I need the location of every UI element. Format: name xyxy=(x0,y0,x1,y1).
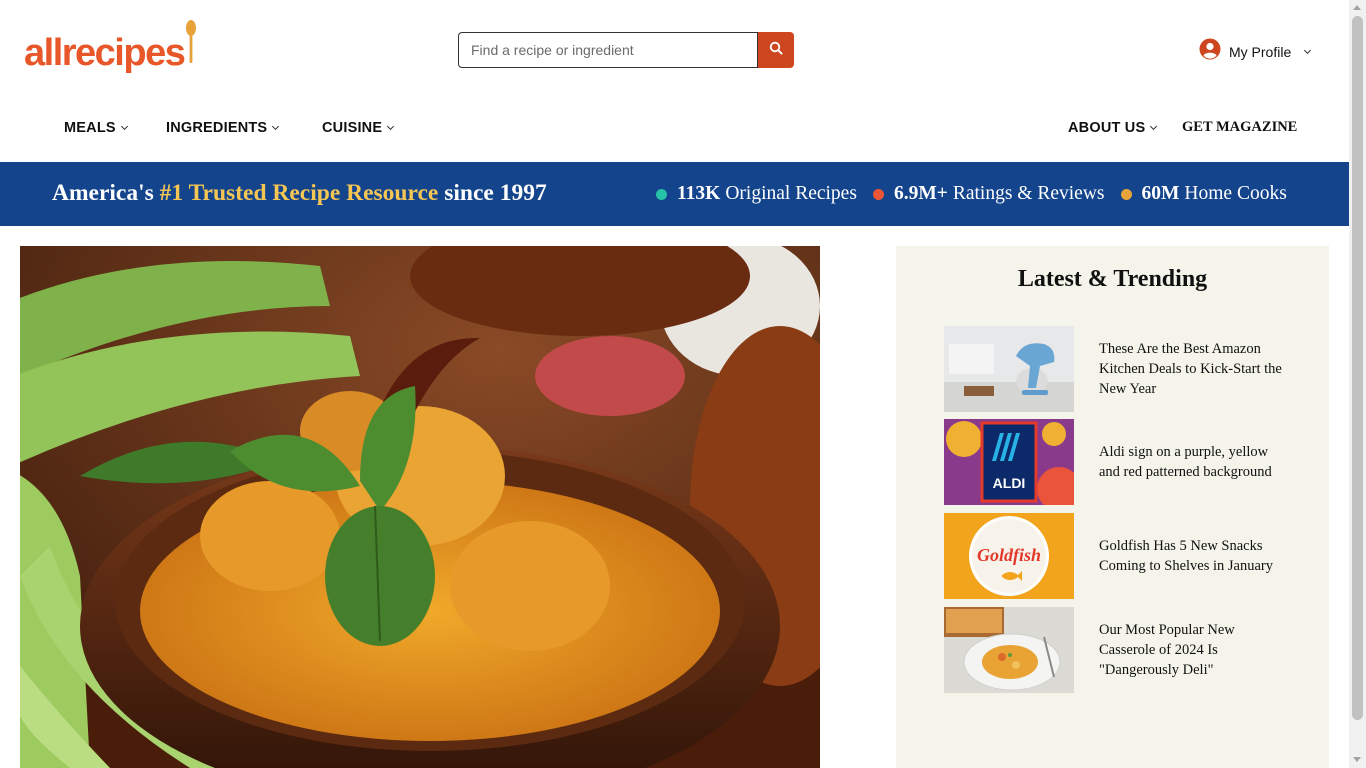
get-magazine-link[interactable]: GET MAGAZINE xyxy=(1182,119,1297,136)
trending-item[interactable]: These Are the Best Amazon Kitchen Deals … xyxy=(944,326,1284,412)
latest-trending-panel: Latest & Trending These Are the Best Ama… xyxy=(896,246,1329,768)
chevron-down-icon xyxy=(1304,46,1312,54)
profile-label: My Profile xyxy=(1229,43,1292,60)
stat-recipes: 113K Original Recipes xyxy=(656,183,857,205)
search-bar xyxy=(458,32,794,68)
search-icon xyxy=(769,41,783,60)
thumb-kitchen-mixer xyxy=(944,326,1074,412)
stat-value: 6.9M+ xyxy=(893,183,948,204)
red-dot-icon xyxy=(872,188,884,200)
user-avatar-icon xyxy=(1199,38,1221,65)
nav-about-us[interactable]: ABOUT US xyxy=(1068,120,1158,136)
banner-tagline: America's #1 Trusted Recipe Resource sin… xyxy=(52,180,547,207)
scrollbar-thumb[interactable] xyxy=(1352,16,1363,720)
trending-headline: These Are the Best Amazon Kitchen Deals … xyxy=(1099,341,1282,397)
banner-stats: 113K Original Recipes 6.9M+ Ratings & Re… xyxy=(656,183,1287,205)
nav-ingredients-label: INGREDIENTS xyxy=(166,120,268,136)
stat-cooks: 60M Home Cooks xyxy=(1120,183,1287,205)
tagline-pre: America's xyxy=(52,180,160,206)
chevron-down-icon xyxy=(120,122,128,131)
teal-dot-icon xyxy=(656,188,667,200)
stat-label: Ratings & Reviews xyxy=(952,183,1105,204)
trending-item[interactable]: Goldfish Goldfish Has 5 New Snacks Comin… xyxy=(944,513,1284,599)
aldi-logo-text: ALDI xyxy=(993,475,1026,491)
stat-value: 113K xyxy=(677,183,721,204)
nav-about-label: ABOUT US xyxy=(1068,120,1146,136)
trending-headline: Aldi sign on a purple, yellow and red pa… xyxy=(1099,444,1272,480)
chevron-down-icon xyxy=(272,122,280,131)
trending-headline: Our Most Popular New Casserole of 2024 I… xyxy=(1099,622,1235,678)
tagline-post: since 1997 xyxy=(438,180,547,206)
scroll-down-arrow-icon[interactable] xyxy=(1353,757,1361,762)
chevron-down-icon xyxy=(387,122,395,131)
stat-ratings: 6.9M+ Ratings & Reviews xyxy=(872,183,1105,205)
nav-cuisine-label: CUISINE xyxy=(322,120,383,136)
nav-meals[interactable]: MEALS xyxy=(64,120,128,136)
nav-ingredients[interactable]: INGREDIENTS xyxy=(166,120,280,136)
spoon-icon xyxy=(185,19,197,68)
trending-item[interactable]: Our Most Popular New Casserole of 2024 I… xyxy=(944,607,1284,693)
stat-label: Home Cooks xyxy=(1184,183,1287,204)
thumb-goldfish: Goldfish xyxy=(944,513,1074,599)
trending-item[interactable]: ALDI Aldi sign on a purple, yellow and r… xyxy=(944,419,1284,505)
page-scrollbar[interactable] xyxy=(1349,0,1366,768)
trust-banner: America's #1 Trusted Recipe Resource sin… xyxy=(0,162,1349,226)
chevron-down-icon xyxy=(1150,122,1158,131)
thumb-aldi-sign: ALDI xyxy=(944,419,1074,505)
stat-label: Original Recipes xyxy=(725,183,857,204)
trending-title: Latest & Trending xyxy=(1017,266,1208,292)
nav-cuisine[interactable]: CUISINE xyxy=(322,120,395,136)
tagline-highlight: #1 Trusted Recipe Resource xyxy=(159,180,439,206)
scroll-up-arrow-icon[interactable] xyxy=(1353,5,1361,10)
my-profile-menu[interactable]: My Profile xyxy=(1199,38,1312,65)
allrecipes-logo[interactable]: allrecipes xyxy=(24,19,197,74)
trending-headline: Goldfish Has 5 New Snacks Coming to Shel… xyxy=(1099,538,1273,574)
search-input[interactable] xyxy=(458,32,758,68)
logo-text: allrecipes xyxy=(24,32,186,74)
hero-image-curry[interactable] xyxy=(20,246,820,768)
nav-meals-label: MEALS xyxy=(64,120,116,136)
orange-dot-icon xyxy=(1120,188,1132,200)
goldfish-logo-text: Goldfish xyxy=(977,545,1041,565)
search-button[interactable] xyxy=(758,32,794,68)
thumb-casserole xyxy=(944,607,1074,693)
stat-value: 60M xyxy=(1141,183,1180,204)
